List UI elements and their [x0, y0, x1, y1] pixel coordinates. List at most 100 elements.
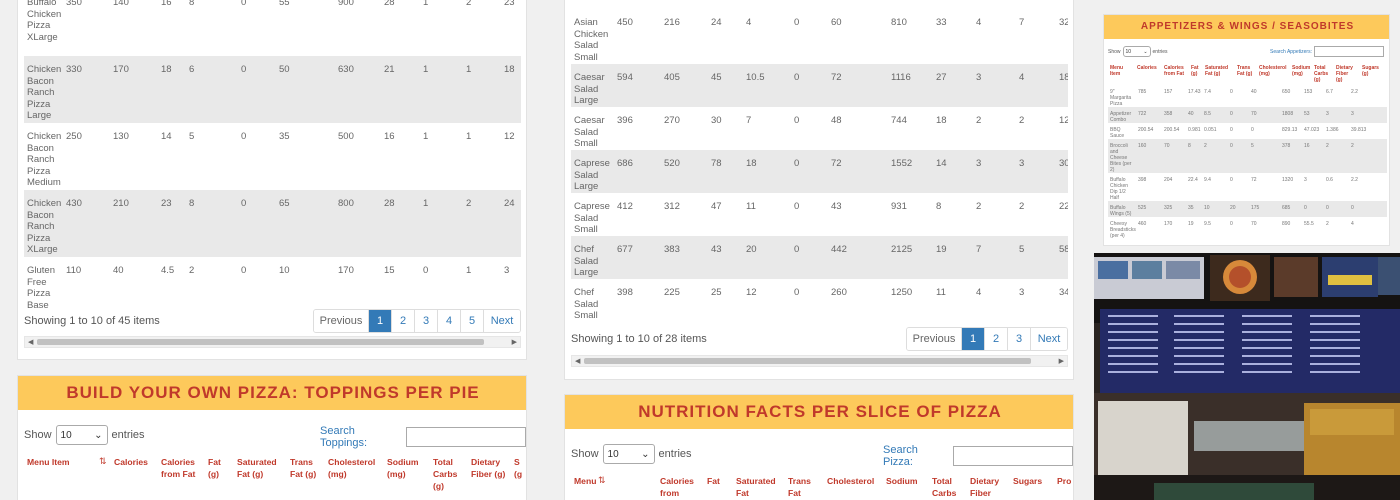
column-header[interactable]: S (g: [514, 456, 526, 480]
page-button[interactable]: 1: [368, 310, 391, 332]
sort-icon[interactable]: ⇅: [99, 456, 107, 467]
search-label: Search Appetizers:: [1270, 48, 1312, 55]
table-cell: 157: [1162, 85, 1186, 107]
table-cell: 0.051: [1202, 123, 1228, 139]
scroll-right-icon[interactable]: ▶: [1059, 357, 1064, 365]
table-cell: 350: [63, 0, 110, 56]
column-header[interactable]: Dietary Fiber (g): [1336, 65, 1354, 83]
scroll-left-icon[interactable]: ◀: [28, 338, 33, 346]
table-cell: 21: [381, 56, 420, 123]
scroll-left-icon[interactable]: ◀: [575, 357, 580, 365]
page-button[interactable]: 3: [1007, 328, 1030, 350]
scrollbar-thumb[interactable]: [584, 358, 1031, 364]
entries-select[interactable]: 10 ⌄: [1122, 46, 1151, 57]
column-header[interactable]: Menu Item: [1110, 65, 1134, 77]
column-header[interactable]: Trans Fat: [788, 475, 822, 499]
column-header[interactable]: Cholesterol (mg): [1259, 65, 1287, 77]
menu-item-cell: Asian Chicken Salad Small: [571, 9, 614, 64]
table-row: Caprese Salad Large 686 520 78 18 0 72 1552 14 3 3…: [571, 150, 1068, 193]
column-header[interactable]: Calories: [114, 456, 154, 468]
table-cell: 1: [420, 123, 463, 190]
next-page-button[interactable]: Next: [483, 310, 520, 332]
column-header[interactable]: Dietary Fiber (g): [471, 456, 511, 480]
table-cell: 8: [933, 193, 973, 236]
table-cell: 17.43: [1186, 85, 1202, 107]
table-cell: 412: [614, 193, 661, 236]
column-header[interactable]: Cholesterol (mg): [328, 456, 383, 480]
restaurant-photo: [1094, 253, 1400, 500]
table-cell: 210: [110, 190, 158, 257]
table-cell: 4: [1016, 64, 1056, 107]
horizontal-scrollbar[interactable]: ◀ ▶: [571, 355, 1068, 367]
column-header[interactable]: Calories from Fat: [161, 456, 201, 480]
table-cell: 47: [708, 193, 743, 236]
search-input[interactable]: [1313, 46, 1384, 57]
menu-item-cell: Buffalo Chicken Pizza XLarge: [24, 0, 63, 56]
table-cell: 325: [1162, 201, 1186, 217]
column-header[interactable]: Saturated Fat: [736, 475, 780, 499]
table-row: Caprese Salad Small412312471104393182222: [571, 193, 1068, 236]
previous-page-button[interactable]: Previous: [907, 328, 961, 350]
page-button[interactable]: 1: [961, 328, 984, 350]
column-header[interactable]: Sugars: [1013, 475, 1047, 487]
table-cell: 1: [463, 123, 501, 190]
table-cell: 18: [1056, 64, 1068, 107]
column-header[interactable]: Total Carbs (g): [1314, 65, 1332, 83]
column-header[interactable]: Calories from: [660, 475, 700, 499]
table-cell: 0: [791, 279, 828, 322]
table-cell: 70: [1162, 139, 1186, 173]
column-header[interactable]: Sodium (mg): [387, 456, 427, 480]
entries-select[interactable]: 10 ⌄: [602, 444, 655, 464]
chevron-down-icon: ⌄: [641, 448, 650, 460]
column-header[interactable]: Saturated Fat (g): [1205, 65, 1228, 77]
table-cell: 16: [381, 123, 420, 190]
next-page-button[interactable]: Next: [1030, 328, 1067, 350]
column-header[interactable]: Cholesterol: [827, 475, 882, 487]
column-header[interactable]: Sodium: [886, 475, 926, 487]
scroll-right-icon[interactable]: ▶: [512, 338, 517, 346]
search-control: Search Toppings:: [320, 425, 526, 449]
page-button[interactable]: 4: [437, 310, 460, 332]
page-button[interactable]: 3: [414, 310, 437, 332]
column-header[interactable]: Sodium (mg): [1292, 65, 1310, 77]
column-header[interactable]: Total Carbs: [932, 475, 962, 499]
table-cell: 19: [933, 236, 973, 279]
column-header[interactable]: Menu Item: [27, 456, 87, 468]
column-header[interactable]: Calories from Fat: [1164, 65, 1184, 77]
table-cell: 70: [1249, 217, 1280, 239]
entries-control: Show 10 ⌄ entries: [1108, 46, 1168, 57]
previous-page-button[interactable]: Previous: [314, 310, 368, 332]
horizontal-scrollbar[interactable]: ◀ ▶: [24, 336, 521, 348]
column-header[interactable]: Sugars (g): [1362, 65, 1380, 77]
table-cell: 1: [463, 257, 501, 312]
column-header[interactable]: Trans Fat (g): [290, 456, 324, 480]
scrollbar-thumb[interactable]: [37, 339, 484, 345]
search-input[interactable]: [953, 446, 1073, 466]
show-label: Show: [571, 448, 599, 460]
column-header[interactable]: Fat (g): [1191, 65, 1203, 77]
column-header[interactable]: Fat (g): [208, 456, 230, 480]
table-row: BBQ Sauce 200.54 200.54 0.981 0.051 0 0 829.13 4…: [1108, 123, 1387, 139]
table-cell: 12: [1056, 107, 1068, 150]
page-button[interactable]: 5: [460, 310, 483, 332]
table-cell: 2: [1016, 193, 1056, 236]
column-header[interactable]: Pro: [1057, 475, 1073, 487]
column-header[interactable]: Dietary Fiber: [970, 475, 1010, 499]
column-header[interactable]: Saturated Fat (g): [237, 456, 281, 480]
table-row: Buffalo Chicken Pizza XLarge 350 140 16 8 0 55…: [24, 0, 521, 56]
table-cell: 175: [1249, 201, 1280, 217]
search-label: Search Pizza:: [883, 444, 918, 468]
table-cell: 2: [186, 257, 238, 312]
column-header[interactable]: Trans Fat (g): [1237, 65, 1253, 77]
table-cell: 9.5: [1202, 217, 1228, 239]
entries-select[interactable]: 10 ⌄: [55, 425, 108, 445]
search-input[interactable]: [406, 427, 526, 447]
table-cell: 0: [791, 107, 828, 150]
column-header[interactable]: Calories: [1137, 65, 1157, 71]
column-header[interactable]: Total Carbs (g): [433, 456, 467, 492]
column-header[interactable]: Fat: [707, 475, 731, 487]
table-cell: 7: [973, 236, 1016, 279]
column-header[interactable]: Menu: [574, 475, 614, 487]
page-button[interactable]: 2: [984, 328, 1007, 350]
page-button[interactable]: 2: [391, 310, 414, 332]
